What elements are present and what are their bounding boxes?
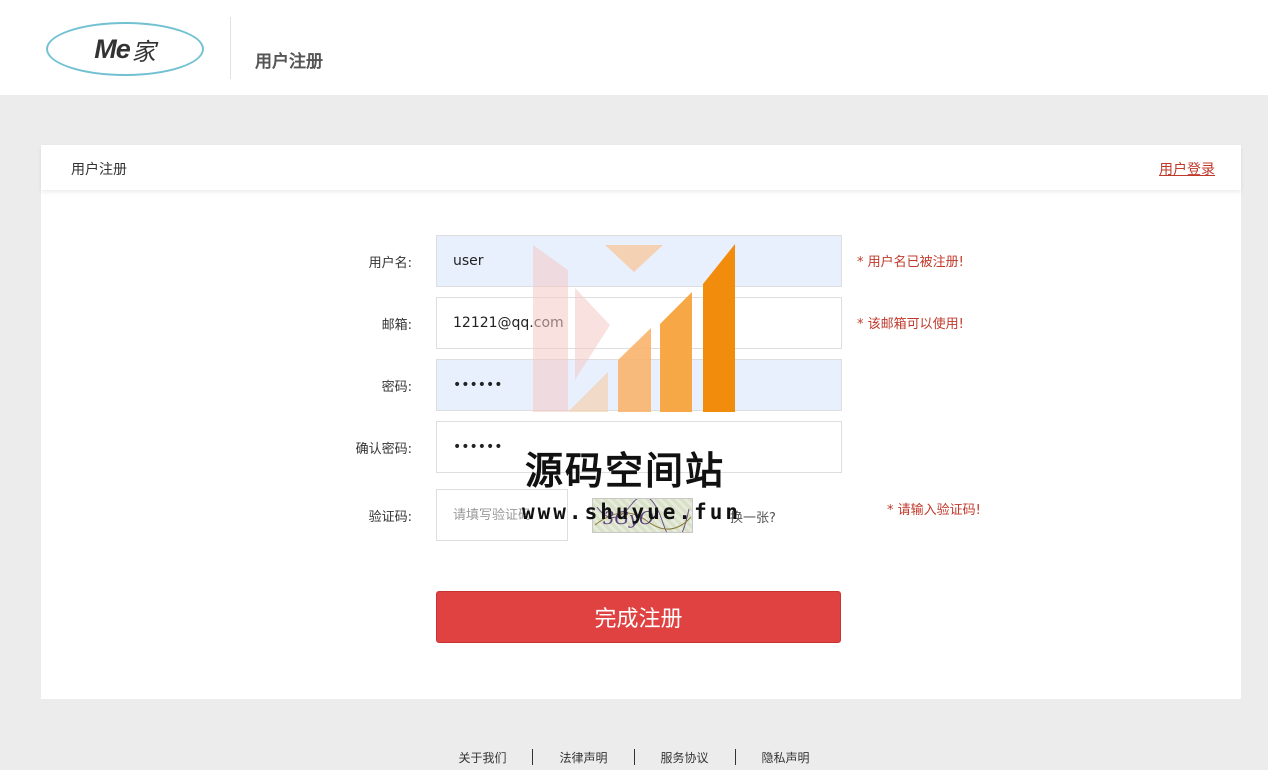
email-input[interactable] bbox=[436, 297, 842, 349]
captcha-refresh-link[interactable]: 换一张? bbox=[730, 507, 776, 526]
captcha-input[interactable] bbox=[436, 489, 568, 541]
panel-header: 用户注册 用户登录 bbox=[41, 145, 1241, 190]
captcha-text: 3GyO bbox=[603, 508, 654, 529]
captcha-image[interactable]: 3GyO bbox=[592, 495, 693, 542]
email-label: 邮箱: bbox=[381, 318, 412, 333]
site-logo[interactable]: Me 家 bbox=[46, 22, 204, 76]
site-header: Me 家 用户注册 bbox=[0, 0, 1268, 95]
login-link[interactable]: 用户登录 bbox=[1159, 159, 1215, 179]
header-divider bbox=[230, 17, 231, 79]
site-footer: 关于我们 法律声明 服务协议 隐私声明 bbox=[0, 744, 1268, 770]
confirm-password-input[interactable] bbox=[436, 421, 842, 473]
password-input[interactable] bbox=[436, 359, 842, 411]
captcha-hint: * 请输入验证码! bbox=[887, 503, 981, 518]
footer-link-about[interactable]: 关于我们 bbox=[432, 749, 532, 766]
captcha-label: 验证码: bbox=[368, 510, 412, 525]
captcha-glyphs: 3GyO bbox=[594, 495, 692, 542]
logo-text: Me bbox=[94, 33, 131, 64]
username-input[interactable] bbox=[436, 235, 842, 287]
page-title: 用户注册 bbox=[255, 52, 323, 72]
logo-text-cn: 家 bbox=[131, 37, 156, 66]
username-label: 用户名: bbox=[368, 256, 412, 271]
confirm-password-label: 确认密码: bbox=[355, 442, 412, 457]
email-hint: * 该邮箱可以使用! bbox=[857, 317, 964, 332]
footer-link-legal[interactable]: 法律声明 bbox=[533, 749, 633, 766]
panel-title: 用户注册 bbox=[71, 162, 127, 178]
footer-link-terms[interactable]: 服务协议 bbox=[635, 749, 735, 766]
password-label: 密码: bbox=[381, 380, 412, 395]
submit-register-button[interactable]: 完成注册 bbox=[436, 591, 841, 643]
footer-link-privacy[interactable]: 隐私声明 bbox=[736, 749, 836, 766]
username-hint: * 用户名已被注册! bbox=[857, 255, 964, 270]
